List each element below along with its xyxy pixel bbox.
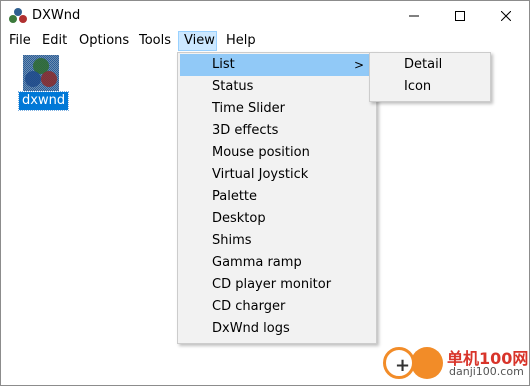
plus-icon: + [395,355,411,376]
watermark-plus-circle: + [383,347,415,379]
view-menu-item-time-slider[interactable]: Time Slider [180,98,374,120]
maximize-icon [455,11,465,21]
submenu-item-detail[interactable]: Detail [372,54,488,76]
close-button[interactable] [483,1,529,31]
list-item-label[interactable]: dxwnd [17,91,70,111]
menu-tools[interactable]: Tools [138,31,172,51]
menu-options[interactable]: Options [78,31,130,51]
watermark-orange-circle [411,347,443,379]
view-menu-item-shims[interactable]: Shims [180,230,374,252]
submenu-item-icon[interactable]: Icon [372,76,488,98]
view-menu-item-list[interactable]: List > [180,54,374,76]
menu-view[interactable]: View [178,31,217,51]
view-menu-item-cd-charger[interactable]: CD charger [180,296,374,318]
view-menu-dropdown: List > Status Time Slider 3D effects Mou… [177,52,377,344]
maximize-button[interactable] [437,1,483,31]
watermark-url: danji100.com [449,365,524,378]
title-bar[interactable]: DXWnd [1,1,529,31]
window-title: DXWnd [32,8,81,23]
menu-edit[interactable]: Edit [41,31,68,51]
view-menu-item-cd-player-monitor[interactable]: CD player monitor [180,274,374,296]
minimize-icon [409,15,419,17]
menu-file[interactable]: File [8,31,32,51]
close-icon [501,11,511,21]
view-menu-item-mouse-position[interactable]: Mouse position [180,142,374,164]
view-menu-item-dxwnd-logs[interactable]: DxWnd logs [180,318,374,340]
view-menu-item-virtual-joystick[interactable]: Virtual Joystick [180,164,374,186]
view-menu-item-3d-effects[interactable]: 3D effects [180,120,374,142]
submenu-arrow-icon: > [353,58,364,72]
watermark-logo: + 单机100网 danji100.com [381,343,528,383]
dxwnd-logo-icon [9,8,27,23]
view-menu-item-gamma-ramp[interactable]: Gamma ramp [180,252,374,274]
menu-bar: File Edit Options Tools View Help [1,31,529,51]
view-menu-item-desktop[interactable]: Desktop [180,208,374,230]
menu-help[interactable]: Help [225,31,257,51]
list-submenu: Detail Icon [369,52,491,102]
minimize-button[interactable] [391,1,437,31]
dxwnd-window: DXWnd File Edit Options Tools View Help [0,0,530,386]
view-menu-item-status[interactable]: Status [180,76,374,98]
dxwnd-app-icon[interactable] [23,55,59,91]
menu-item-label: List [212,57,235,72]
view-menu-item-palette[interactable]: Palette [180,186,374,208]
